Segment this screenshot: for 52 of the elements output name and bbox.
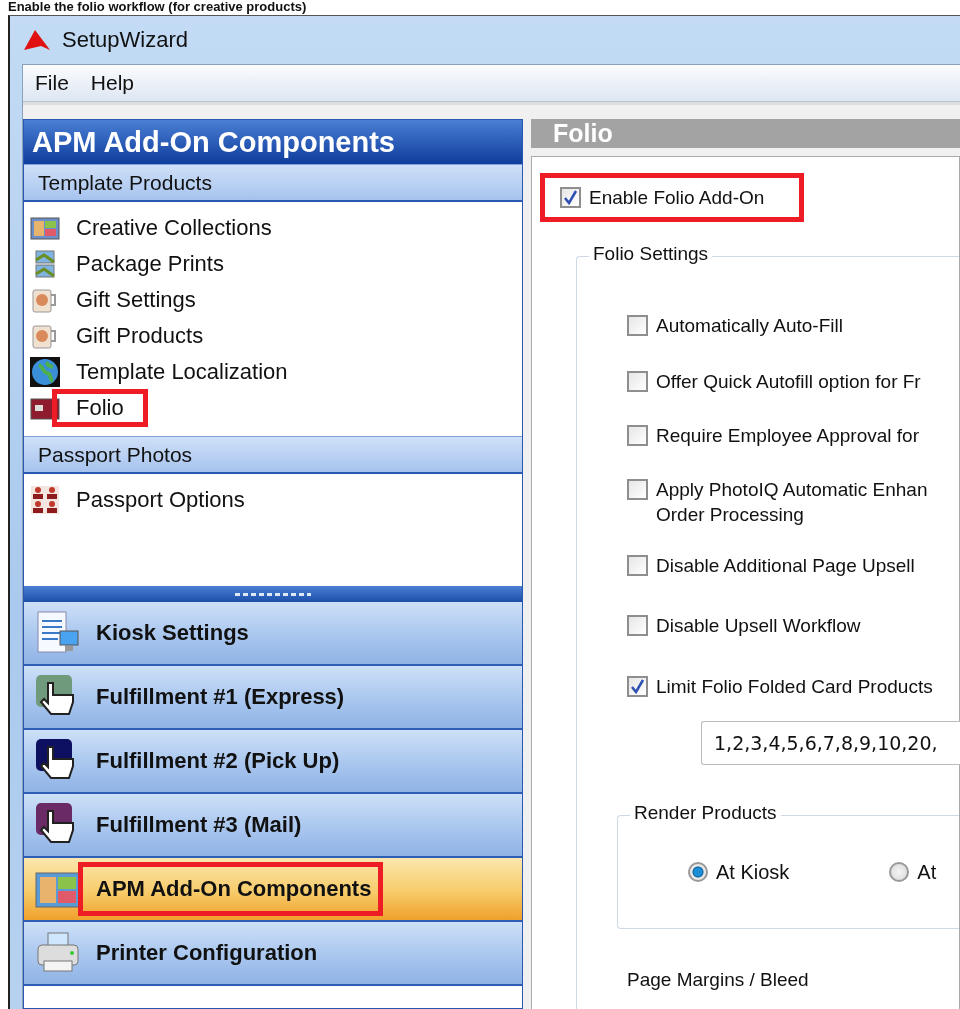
menu-item[interactable]: Help bbox=[90, 71, 135, 95]
checkmark-icon bbox=[630, 679, 645, 694]
checkbox-label: Apply PhotoIQ Automatic Enhan Order Processing bbox=[656, 478, 928, 527]
tree-item[interactable]: Package Prints bbox=[72, 251, 228, 277]
nav-button[interactable]: APM Add-On Components bbox=[24, 858, 522, 922]
checkbox-label: Offer Quick Autofill option for Fr bbox=[656, 370, 921, 394]
radio-label: At bbox=[917, 860, 937, 884]
nav-button[interactable]: Printer Configuration bbox=[24, 922, 522, 986]
checkbox-label: Require Employee Approval for bbox=[656, 424, 919, 448]
checkbox-label: Enable Folio Add-On bbox=[589, 186, 765, 210]
checkbox-label: Disable Additional Page Upsell bbox=[656, 554, 915, 578]
checkbox[interactable] bbox=[627, 676, 648, 697]
tree-item[interactable]: Gift Products bbox=[72, 323, 208, 349]
window-title: SetupWizard bbox=[62, 27, 188, 53]
globe-icon bbox=[30, 357, 60, 387]
checkbox-label: Disable Upsell Workflow bbox=[656, 614, 861, 638]
checkbox[interactable] bbox=[627, 315, 648, 336]
nav-button[interactable]: Fulfillment #3 (Mail) bbox=[24, 794, 522, 858]
grip-icon bbox=[235, 592, 311, 596]
tree-item[interactable]: Creative Collections bbox=[72, 215, 276, 241]
checkbox[interactable] bbox=[627, 615, 648, 636]
group-title: Page Margins / Bleed bbox=[627, 969, 810, 991]
passport-people-icon bbox=[30, 485, 60, 515]
section-header[interactable]: Template Products bbox=[24, 164, 522, 202]
radio-option[interactable]: At bbox=[889, 860, 937, 884]
tree-item[interactable]: Gift Settings bbox=[72, 287, 200, 313]
radio-label: At Kiosk bbox=[716, 860, 790, 884]
checkbox[interactable] bbox=[627, 371, 648, 392]
radio-button[interactable] bbox=[889, 862, 910, 882]
input-field[interactable]: 1,2,3,4,5,6,7,8,9,10,20, bbox=[701, 721, 960, 765]
nav-button[interactable]: Fulfillment #2 (Pick Up) bbox=[24, 730, 522, 794]
checkbox[interactable] bbox=[627, 425, 648, 446]
panel-title: Folio bbox=[531, 119, 960, 148]
checkmark-icon bbox=[563, 190, 578, 205]
caption: Enable the folio workflow (for creative products) bbox=[7, 0, 308, 15]
sidebar-title: APM Add-On Components bbox=[24, 120, 522, 164]
checkbox-label: Limit Folio Folded Card Products bbox=[656, 675, 933, 699]
nav-button[interactable]: Fulfillment #1 (Express) bbox=[24, 666, 522, 730]
checkbox[interactable] bbox=[560, 187, 581, 208]
checkbox[interactable] bbox=[627, 555, 648, 576]
section-header[interactable]: Passport Photos bbox=[24, 436, 522, 474]
tree-item[interactable]: Template Localization bbox=[72, 359, 292, 385]
splitter-bar[interactable] bbox=[24, 586, 522, 602]
checkbox[interactable] bbox=[627, 479, 648, 500]
checkbox-label: Automatically Auto-Fill bbox=[656, 314, 843, 338]
nav-button[interactable]: Kiosk Settings bbox=[24, 602, 522, 666]
radio-button[interactable] bbox=[688, 862, 708, 882]
radio-option[interactable]: At Kiosk bbox=[688, 860, 790, 884]
menu-item[interactable]: File bbox=[35, 71, 69, 95]
tree-item[interactable]: Passport Options bbox=[72, 487, 249, 513]
tree-item[interactable]: Folio bbox=[72, 395, 128, 421]
app-logo-icon bbox=[22, 28, 52, 52]
